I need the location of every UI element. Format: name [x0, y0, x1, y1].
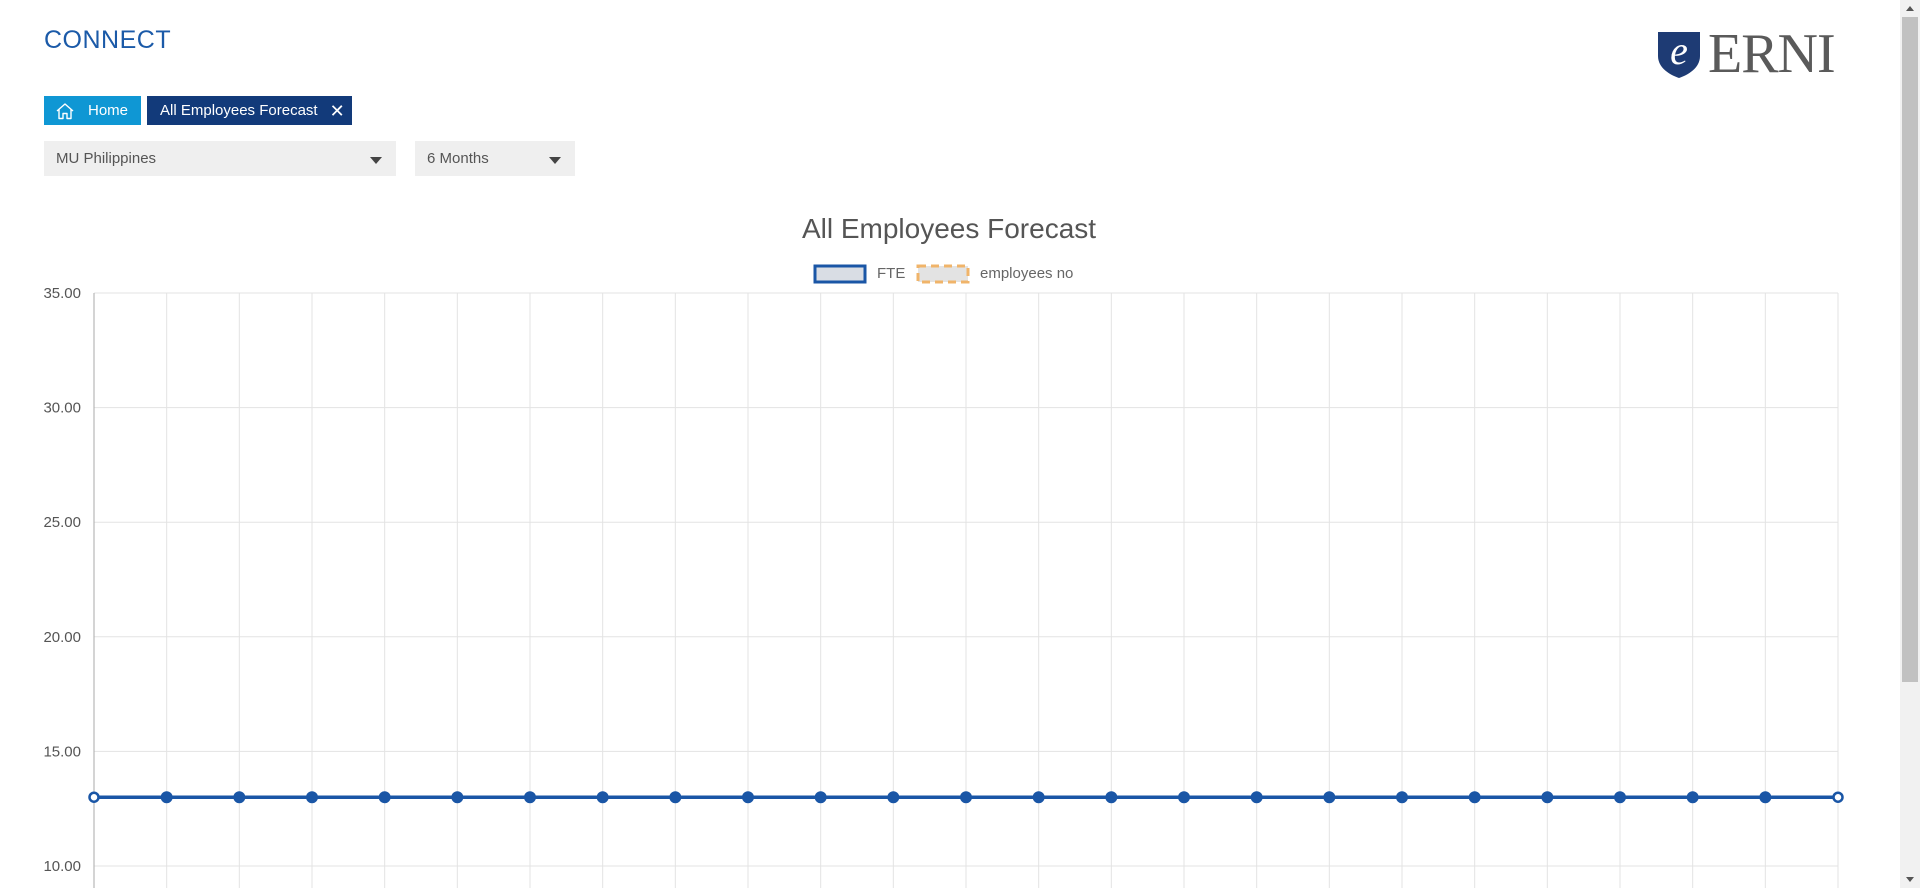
data-point[interactable] [524, 791, 536, 804]
legend-swatch-employees [916, 264, 970, 284]
data-point[interactable] [1032, 791, 1045, 804]
data-point[interactable] [1686, 791, 1699, 804]
data-point[interactable] [378, 791, 391, 804]
data-point[interactable] [1250, 791, 1263, 804]
data-point[interactable] [1105, 791, 1118, 804]
y-tick-label: 25.00 [43, 514, 81, 531]
home-icon [55, 102, 75, 120]
data-point[interactable] [1323, 791, 1336, 804]
scroll-up-icon[interactable] [1906, 6, 1914, 11]
data-point[interactable] [960, 791, 972, 804]
tab-active-label: All Employees Forecast [160, 102, 318, 119]
data-point[interactable] [306, 791, 318, 804]
erni-logo: e ERNI [1654, 26, 1859, 82]
data-point[interactable] [887, 791, 900, 804]
data-point[interactable] [1396, 791, 1408, 804]
data-point[interactable] [1614, 791, 1626, 804]
scroll-down-icon[interactable] [1906, 877, 1914, 882]
y-tick-label: 15.00 [43, 743, 81, 760]
logo-text: ERNI [1708, 23, 1836, 85]
data-point[interactable] [1178, 791, 1190, 804]
y-tick-label: 35.00 [43, 285, 81, 302]
logo-letter: e [1670, 28, 1688, 73]
data-point[interactable] [814, 791, 827, 804]
legend-label-employees[interactable]: employees no [980, 265, 1073, 282]
data-point[interactable] [1468, 791, 1481, 804]
y-tick-label: 20.00 [43, 629, 81, 646]
chart-title: All Employees Forecast [802, 213, 1096, 244]
unit-select[interactable]: MU Philippines [44, 141, 396, 176]
tab-bar: Home All Employees Forecast ✕ [44, 96, 352, 125]
tab-home-label: Home [88, 102, 129, 119]
vertical-scrollbar[interactable] [1900, 0, 1920, 888]
chevron-down-icon [549, 157, 561, 164]
chart-legend: FTE employees no [813, 264, 1073, 284]
data-point[interactable] [1832, 791, 1844, 803]
data-point[interactable] [233, 791, 246, 804]
forecast-chart: All Employees Forecast FTE employees no … [0, 200, 1900, 888]
period-select-value: 6 Months [427, 150, 489, 167]
data-point[interactable] [596, 791, 609, 804]
data-point[interactable] [1541, 791, 1554, 804]
shield-icon: e [1654, 28, 1704, 80]
tab-all-employees-forecast[interactable]: All Employees Forecast ✕ [147, 96, 352, 125]
app-title: CONNECT [44, 26, 172, 54]
unit-select-value: MU Philippines [56, 150, 157, 167]
y-axis-ticks: 35.00 30.00 25.00 20.00 15.00 10.00 [43, 285, 81, 875]
tab-home[interactable]: Home [44, 96, 142, 125]
legend-label-fte[interactable]: FTE [877, 265, 905, 282]
data-point[interactable] [742, 791, 754, 804]
close-icon[interactable]: ✕ [330, 102, 345, 120]
data-point[interactable] [451, 791, 464, 804]
y-tick-label: 30.00 [43, 400, 81, 417]
chevron-down-icon [370, 157, 382, 164]
chart-svg: All Employees Forecast FTE employees no … [43, 213, 1844, 888]
legend-swatch-fte [813, 264, 867, 284]
data-point[interactable] [1759, 791, 1772, 804]
data-point[interactable] [88, 791, 100, 803]
period-select[interactable]: 6 Months [415, 141, 575, 176]
chart-series [88, 791, 1844, 804]
data-point[interactable] [669, 791, 682, 804]
data-point[interactable] [160, 791, 173, 804]
y-tick-label: 10.00 [43, 858, 81, 875]
scrollbar-thumb[interactable] [1902, 17, 1918, 682]
